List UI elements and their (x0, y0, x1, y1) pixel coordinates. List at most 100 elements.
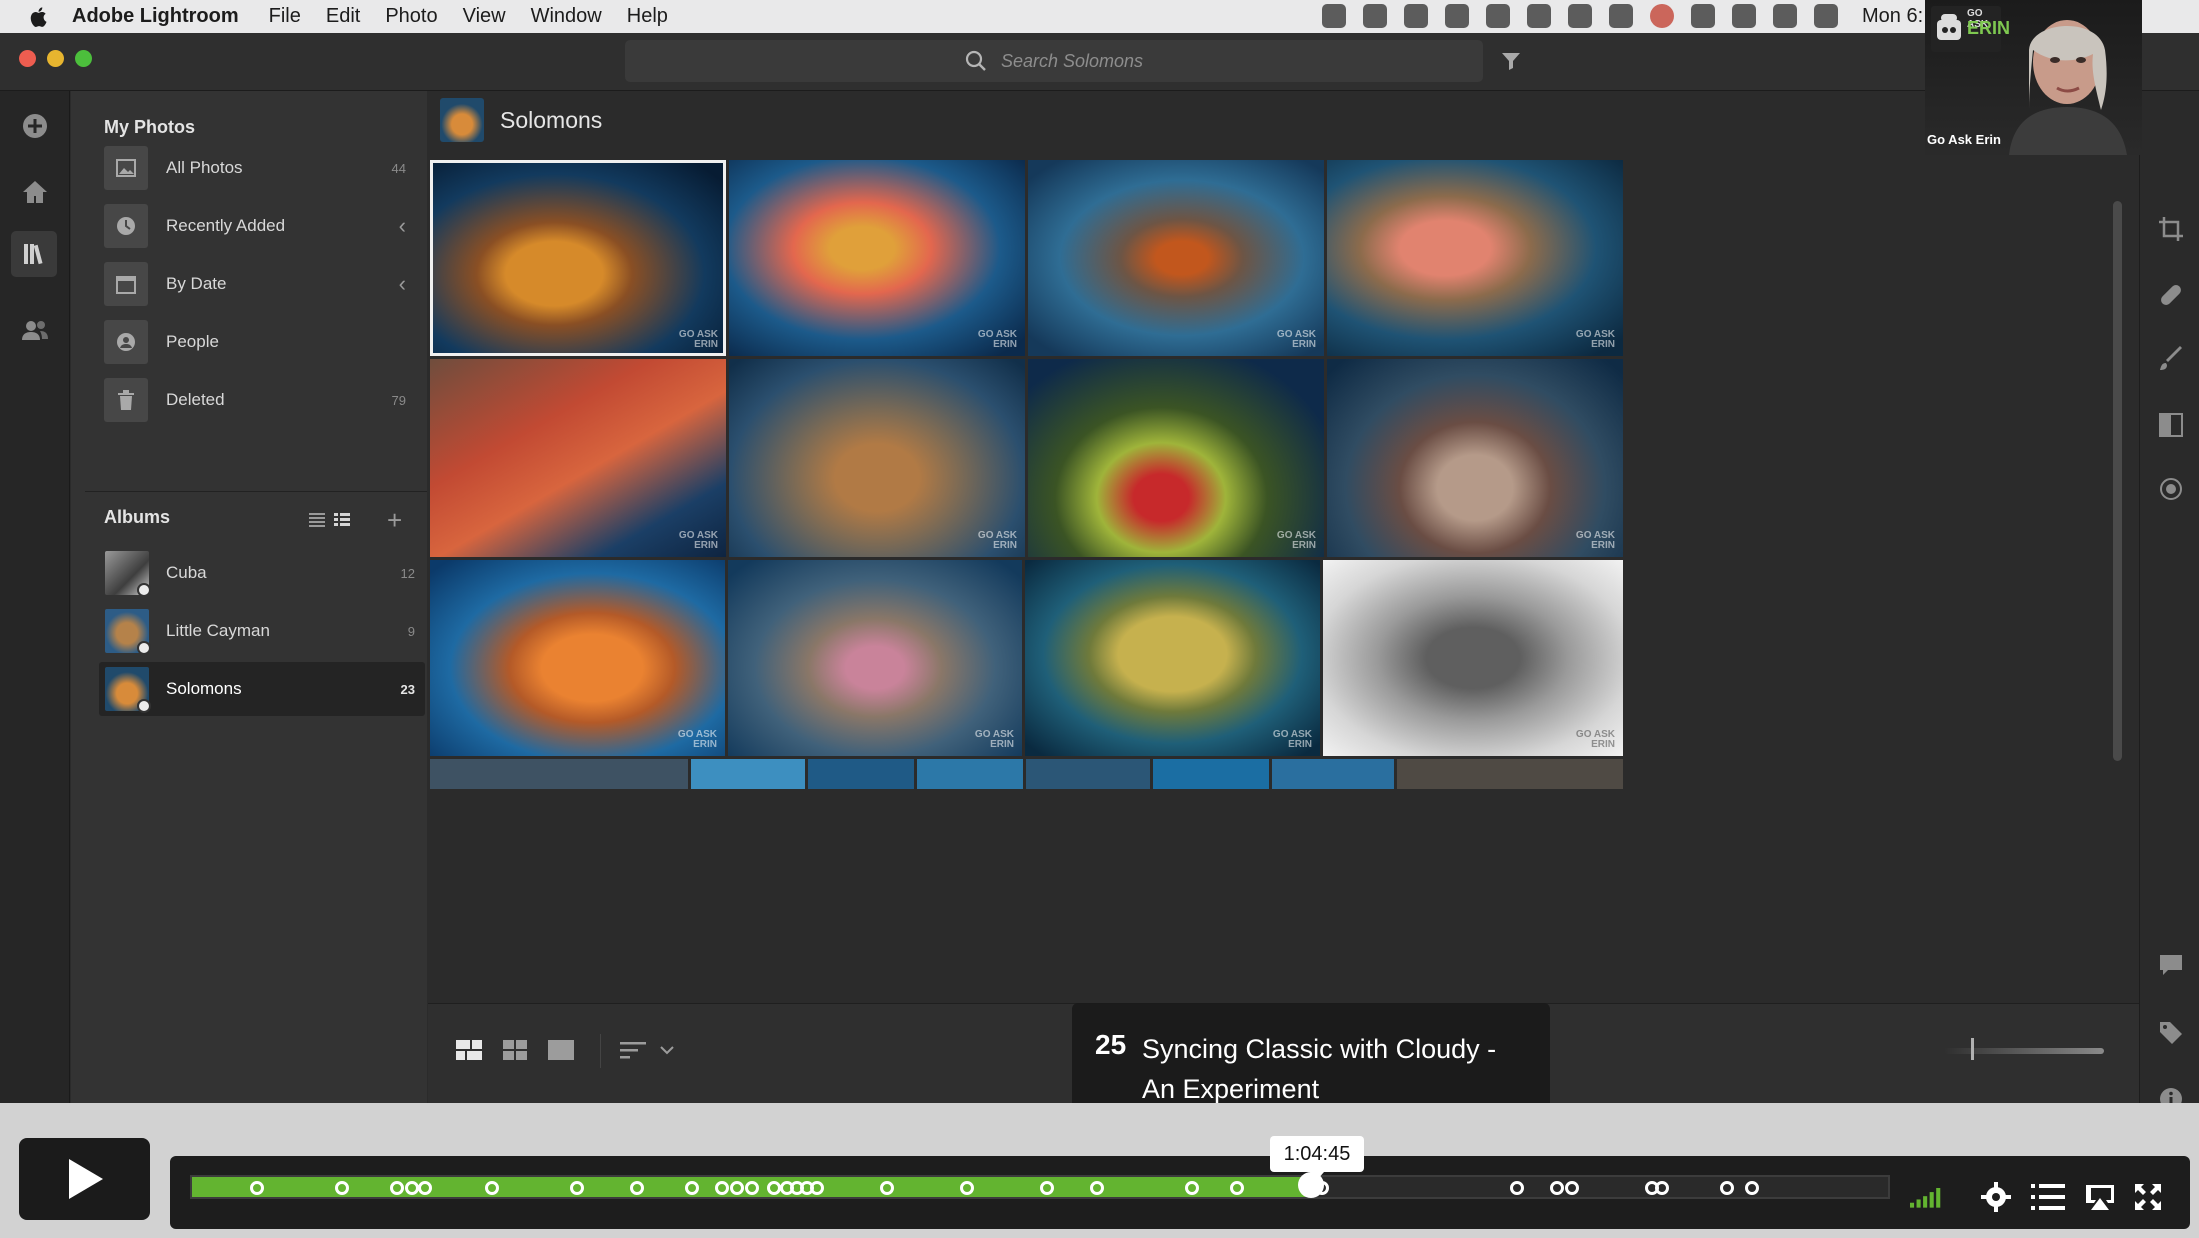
photo-thumbnail[interactable]: GO ASK ERIN (430, 160, 726, 356)
menu-window[interactable]: Window (531, 5, 602, 28)
linear-gradient-icon[interactable] (2157, 411, 2185, 439)
album-item-cuba[interactable]: Cuba 12 (99, 546, 425, 600)
play-button[interactable] (19, 1138, 150, 1220)
chapters-list-icon[interactable] (2030, 1181, 2066, 1213)
screen-share-icon[interactable] (1322, 4, 1346, 28)
wifi-icon[interactable] (1773, 4, 1797, 28)
chapter-marker[interactable] (630, 1181, 644, 1195)
quality-icon[interactable] (1910, 1181, 1946, 1213)
sidebar-item-recently-added[interactable]: Recently Added ‹ (104, 201, 420, 251)
photo-thumbnail[interactable]: GO ASK ERIN (1025, 560, 1320, 756)
chapter-marker[interactable] (335, 1181, 349, 1195)
chapter-marker[interactable] (390, 1181, 404, 1195)
detail-list-icon[interactable] (334, 513, 350, 532)
photo-thumbnail[interactable] (691, 759, 805, 789)
menu-photo[interactable]: Photo (385, 5, 437, 28)
chapter-marker[interactable] (715, 1181, 729, 1195)
photo-thumbnail[interactable]: GO ASK ERIN (430, 359, 726, 557)
menu-clock[interactable]: Mon 6: (1862, 5, 1923, 28)
forward-icon[interactable] (1609, 4, 1633, 28)
chapter-marker[interactable] (485, 1181, 499, 1195)
detail-view-icon[interactable] (546, 1038, 576, 1062)
settings-icon[interactable] (1978, 1181, 2014, 1213)
chapter-marker[interactable] (810, 1181, 824, 1195)
slider-thumb[interactable] (1971, 1038, 1974, 1060)
close-window-button[interactable] (19, 50, 36, 67)
grid-scrollbar[interactable] (2113, 201, 2122, 761)
zoom-window-button[interactable] (75, 50, 92, 67)
one-password-icon[interactable] (1404, 4, 1428, 28)
brush-icon[interactable] (2157, 345, 2185, 373)
chapter-marker[interactable] (570, 1181, 584, 1195)
photo-thumbnail[interactable]: GO ASK ERIN (729, 160, 1025, 356)
photo-thumbnail[interactable]: GO ASK ERIN (728, 560, 1022, 756)
photo-thumbnail[interactable] (430, 759, 688, 789)
chapter-marker[interactable] (880, 1181, 894, 1195)
menu-view[interactable]: View (463, 5, 506, 28)
radial-gradient-icon[interactable] (2157, 475, 2185, 503)
photo-thumbnail[interactable]: GO ASK ERIN (1323, 560, 1623, 756)
healing-icon[interactable] (2157, 281, 2185, 309)
add-album-icon[interactable]: + (387, 507, 402, 533)
chapter-marker[interactable] (1565, 1181, 1579, 1195)
progress-bar[interactable] (190, 1172, 1890, 1199)
sidebar-item-all-photos[interactable]: All Photos 44 (104, 143, 420, 193)
photo-thumbnail[interactable]: GO ASK ERIN (1327, 160, 1623, 356)
fullscreen-icon[interactable] (2130, 1181, 2166, 1213)
photo-thumbnail[interactable] (1026, 759, 1150, 789)
app-status-icon[interactable] (1568, 4, 1592, 28)
dropbox-icon[interactable] (1527, 4, 1551, 28)
photo-thumbnail[interactable]: GO ASK ERIN (1327, 359, 1623, 557)
menu-help[interactable]: Help (627, 5, 668, 28)
photo-thumbnail[interactable] (1153, 759, 1269, 789)
chapter-marker[interactable] (1550, 1181, 1564, 1195)
chapter-marker[interactable] (1655, 1181, 1669, 1195)
bluetooth-icon[interactable] (1486, 4, 1510, 28)
menu-file[interactable]: File (269, 5, 301, 28)
chapter-marker[interactable] (1510, 1181, 1524, 1195)
chevron-down-icon[interactable] (652, 1038, 682, 1062)
photo-thumbnail[interactable]: GO ASK ERIN (729, 359, 1025, 557)
sort-icon[interactable] (618, 1038, 648, 1062)
app-name-menu[interactable]: Adobe Lightroom (72, 5, 239, 28)
chapter-marker[interactable] (730, 1181, 744, 1195)
sidebar-item-deleted[interactable]: Deleted 79 (104, 375, 420, 425)
add-photos-icon[interactable] (20, 111, 50, 141)
photo-thumbnail[interactable]: GO ASK ERIN (430, 560, 725, 756)
chapter-marker[interactable] (1230, 1181, 1244, 1195)
chapter-marker[interactable] (405, 1181, 419, 1195)
album-item-little-cayman[interactable]: Little Cayman 9 (99, 604, 425, 658)
library-icon[interactable] (11, 231, 57, 277)
airplay-icon[interactable] (1691, 4, 1715, 28)
chapter-marker[interactable] (1745, 1181, 1759, 1195)
chapter-marker[interactable] (418, 1181, 432, 1195)
airplay-icon[interactable] (2082, 1181, 2118, 1213)
square-grid-view-icon[interactable] (500, 1038, 530, 1062)
sidebar-item-by-date[interactable]: By Date ‹ (104, 259, 420, 309)
sidebar-item-people[interactable]: People (104, 317, 420, 367)
tag-icon[interactable] (2157, 1019, 2185, 1047)
chapter-marker[interactable] (1185, 1181, 1199, 1195)
chapter-marker[interactable] (1090, 1181, 1104, 1195)
creative-cloud-icon[interactable] (1363, 4, 1387, 28)
photo-thumbnail[interactable]: GO ASK ERIN (1028, 160, 1324, 356)
album-item-solomons[interactable]: Solomons 23 (99, 662, 425, 716)
volume-icon[interactable] (1814, 4, 1838, 28)
apple-icon[interactable] (28, 6, 50, 28)
settings-gear-icon[interactable] (1732, 4, 1756, 28)
chapter-marker[interactable] (1040, 1181, 1054, 1195)
mail-icon[interactable] (1445, 4, 1469, 28)
chapter-marker[interactable] (1720, 1181, 1734, 1195)
chapter-marker[interactable] (767, 1181, 781, 1195)
chapter-marker[interactable] (960, 1181, 974, 1195)
photo-grid-view-icon[interactable] (454, 1038, 484, 1062)
photo-thumbnail[interactable] (808, 759, 914, 789)
chapter-marker[interactable] (745, 1181, 759, 1195)
search-input[interactable]: Search Solomons (625, 40, 1483, 82)
chevron-left-icon[interactable]: ‹ (399, 213, 406, 239)
photo-thumbnail[interactable] (1272, 759, 1394, 789)
menu-edit[interactable]: Edit (326, 5, 360, 28)
crop-icon[interactable] (2157, 215, 2185, 243)
photo-thumbnail[interactable] (917, 759, 1023, 789)
home-icon[interactable] (20, 177, 50, 207)
